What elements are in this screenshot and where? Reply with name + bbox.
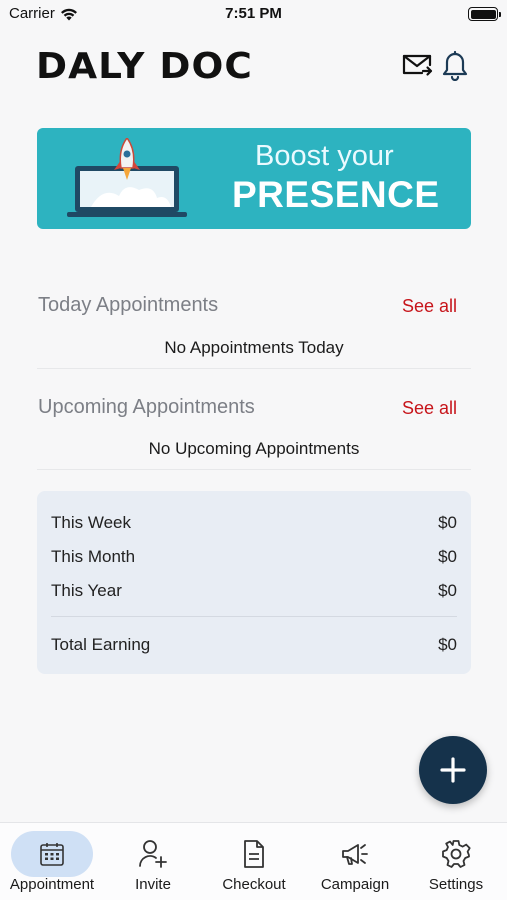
earnings-label: This Month [51, 547, 136, 566]
today-empty-message: No Appointments Today [164, 338, 344, 357]
earnings-label: This Year [51, 581, 122, 600]
tab-campaign[interactable]: Campaign [306, 823, 404, 900]
earnings-row-week: This Week $0 [51, 513, 457, 537]
tab-icon-container [213, 831, 295, 877]
today-see-all-link[interactable]: See all [402, 296, 457, 317]
tab-label: Invite [135, 876, 171, 893]
earnings-value: $0 [438, 547, 457, 566]
tab-label: Appointment [9, 876, 95, 893]
plus-icon [440, 757, 466, 783]
bottom-tab-bar: Appointment Invite Checkout Campaign Set… [0, 822, 507, 900]
status-bar: Carrier 7:51 PM [0, 0, 507, 30]
add-user-icon [139, 840, 167, 868]
upcoming-empty-message: No Upcoming Appointments [148, 439, 360, 458]
tab-appointment[interactable]: Appointment [2, 823, 102, 900]
earnings-value: $0 [438, 513, 457, 532]
today-appointments-section: Today Appointments See all No Appointmen… [37, 294, 471, 370]
total-earning-value: $0 [438, 635, 457, 654]
divider [37, 368, 471, 369]
rocket-laptop-icon [67, 138, 187, 217]
calendar-icon [40, 843, 64, 866]
today-appointments-title: Today Appointments [38, 294, 219, 316]
megaphone-icon [342, 844, 368, 865]
upcoming-appointments-title: Upcoming Appointments [38, 396, 255, 418]
document-icon [244, 840, 264, 868]
mail-icon[interactable] [400, 48, 434, 82]
app-logo: DALY DOC [36, 46, 253, 87]
upcoming-appointments-section: Upcoming Appointments See all No Upcomin… [37, 396, 471, 472]
tab-icon-container [415, 831, 497, 877]
add-button[interactable] [419, 736, 487, 804]
divider [37, 469, 471, 470]
earnings-row-total: Total Earning $0 [51, 635, 457, 659]
upcoming-see-all-link[interactable]: See all [402, 398, 457, 419]
bell-icon[interactable] [438, 48, 472, 82]
tab-label: Settings [428, 876, 484, 893]
boost-presence-banner[interactable]: Boost your PRESENCE [37, 128, 471, 229]
banner-title: Boost your [255, 140, 394, 172]
tab-invite[interactable]: Invite [105, 823, 201, 900]
app-header: DALY DOC [0, 44, 507, 90]
divider [51, 616, 457, 617]
battery-icon [468, 7, 501, 21]
earnings-card: This Week $0 This Month $0 This Year $0 … [37, 491, 471, 674]
tab-icon-container [314, 831, 396, 877]
tab-settings[interactable]: Settings [407, 823, 505, 900]
status-time: 7:51 PM [225, 5, 282, 22]
tab-icon-container [112, 831, 194, 877]
earnings-label: This Week [51, 513, 131, 532]
earnings-row-year: This Year $0 [51, 581, 457, 605]
earnings-row-month: This Month $0 [51, 547, 457, 571]
total-earning-label: Total Earning [51, 635, 151, 654]
banner-headline: PRESENCE [232, 174, 440, 215]
tab-label: Campaign [320, 876, 390, 893]
tab-label: Checkout [222, 876, 286, 893]
tab-checkout[interactable]: Checkout [204, 823, 304, 900]
earnings-value: $0 [438, 581, 457, 600]
tab-active-indicator [11, 831, 93, 877]
gear-icon [442, 840, 471, 868]
